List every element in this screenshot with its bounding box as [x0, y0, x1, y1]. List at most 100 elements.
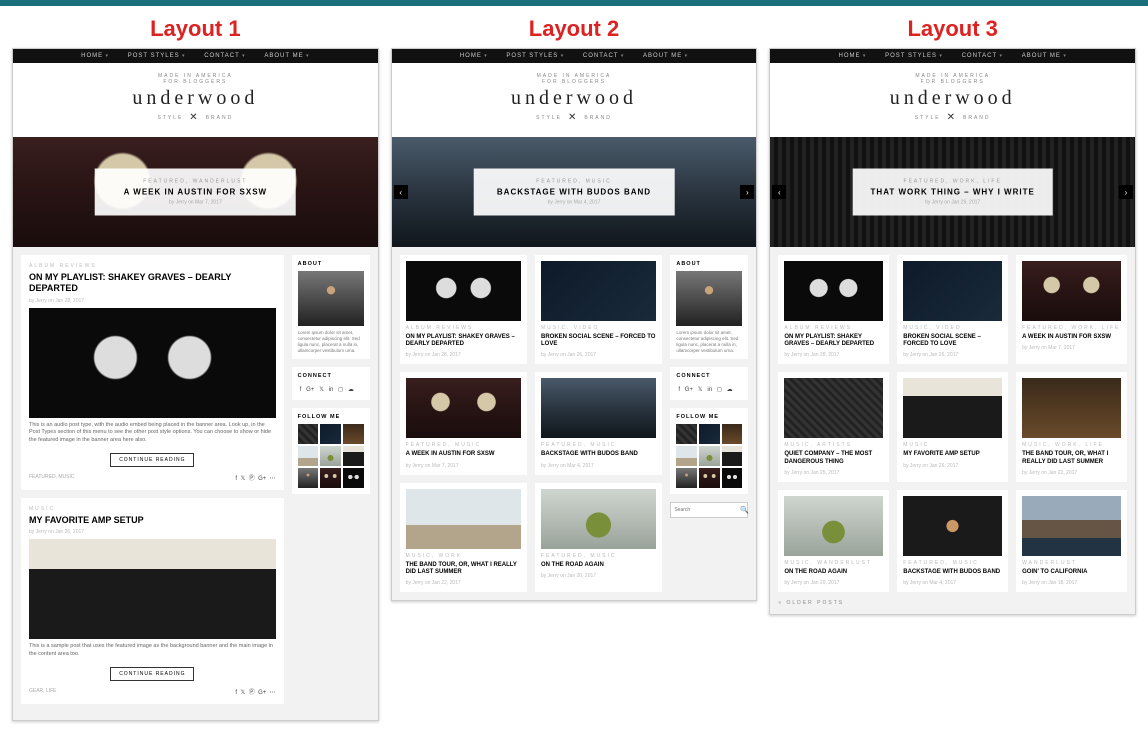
post-title[interactable]: MY FAVORITE AMP SETUP [29, 515, 276, 526]
post-image[interactable] [29, 539, 276, 639]
post-cat[interactable]: MUSIC, ARTISTS [784, 442, 883, 448]
facebook-icon[interactable]: f [235, 476, 237, 482]
slider-next-button[interactable]: › [740, 185, 754, 199]
ig-thumb[interactable] [298, 468, 319, 488]
post-cat[interactable]: WANDERLUST [1022, 560, 1121, 566]
post-cat[interactable]: MUSIC, WORK, LIFE [1022, 442, 1121, 448]
post-image[interactable] [1022, 261, 1121, 321]
post-cat[interactable]: ALBUM REVIEWS [406, 325, 521, 331]
post-title[interactable]: BACKSTAGE WITH BUDOS BAND [541, 451, 656, 458]
google-icon[interactable]: G+ [685, 387, 693, 393]
nav-contact[interactable]: CONTACT [962, 53, 1003, 59]
post-title[interactable]: MY FAVORITE AMP SETUP [903, 451, 1002, 458]
ig-thumb[interactable] [320, 446, 341, 466]
post-cat[interactable]: ALBUM REVIEWS [784, 325, 883, 331]
google-icon[interactable]: G+ [306, 387, 314, 393]
ig-thumb[interactable] [343, 446, 364, 466]
post-cat[interactable]: MUSIC, WANDERLUST [784, 560, 883, 566]
brand-name[interactable]: underwood [13, 87, 378, 110]
post-image[interactable] [784, 261, 883, 321]
ig-thumb[interactable] [722, 468, 743, 488]
post-image[interactable] [406, 378, 521, 438]
post-title[interactable]: BROKEN SOCIAL SCENE – FORCED TO LOVE [903, 334, 1002, 348]
nav-about[interactable]: ABOUT ME [264, 53, 309, 59]
post-cat[interactable]: ALBUM REVIEWS [29, 263, 276, 269]
post-cat[interactable]: MUSIC [903, 442, 1002, 448]
ig-thumb[interactable] [298, 446, 319, 466]
ig-thumb[interactable] [722, 424, 743, 444]
twitter-icon[interactable]: 𝕏 [240, 690, 245, 696]
post-title[interactable]: ON THE ROAD AGAIN [784, 569, 883, 576]
nav-post-styles[interactable]: POST STYLES [128, 53, 186, 59]
post-title[interactable]: A WEEK IN AUSTIN FOR SXSW [406, 451, 521, 458]
hero-title[interactable]: THAT WORK THING – WHY I WRITE [870, 188, 1035, 197]
nav-contact[interactable]: CONTACT [204, 53, 245, 59]
brand-name[interactable]: underwood [392, 87, 757, 110]
ig-thumb[interactable] [343, 468, 364, 488]
hero-title[interactable]: BACKSTAGE WITH BUDOS BAND [492, 188, 657, 197]
post-cat[interactable]: FEATURED, WORK, LIFE [1022, 325, 1121, 331]
ig-thumb[interactable] [343, 424, 364, 444]
post-cat[interactable]: MUSIC, VIDEO [903, 325, 1002, 331]
continue-button[interactable]: CONTINUE READING [110, 453, 194, 467]
hero-slider[interactable]: ‹ › FEATURED, MUSIC BACKSTAGE WITH BUDOS… [392, 137, 757, 247]
nav-post-styles[interactable]: POST STYLES [885, 53, 943, 59]
hero-slider[interactable]: FEATURED, WANDERLUST A WEEK IN AUSTIN FO… [13, 137, 378, 247]
nav-home[interactable]: HOME [460, 53, 488, 59]
twitter-icon[interactable]: 𝕏 [319, 387, 324, 393]
post-cat[interactable]: FEATURED, MUSIC [903, 560, 1002, 566]
slider-prev-button[interactable]: ‹ [394, 185, 408, 199]
ig-thumb[interactable] [676, 446, 697, 466]
continue-button[interactable]: CONTINUE READING [110, 667, 194, 681]
post-cat[interactable]: FEATURED, MUSIC [406, 442, 521, 448]
hero-caption[interactable]: FEATURED, WANDERLUST A WEEK IN AUSTIN FO… [95, 169, 296, 216]
post-title[interactable]: BROKEN SOCIAL SCENE – FORCED TO LOVE [541, 334, 656, 348]
ig-thumb[interactable] [298, 424, 319, 444]
facebook-icon[interactable]: f [235, 690, 237, 696]
soundcloud-icon[interactable]: ☁ [348, 387, 354, 393]
ig-thumb[interactable] [722, 446, 743, 466]
ig-thumb[interactable] [320, 424, 341, 444]
twitter-icon[interactable]: 𝕏 [698, 387, 703, 393]
hero-caption[interactable]: FEATURED, MUSIC BACKSTAGE WITH BUDOS BAN… [474, 169, 675, 216]
post-image[interactable] [1022, 378, 1121, 438]
post-tags[interactable]: GEAR, LIFE [29, 688, 57, 694]
post-title[interactable]: THE BAND TOUR, OR, WHAT I REALLY DID LAS… [406, 562, 521, 576]
post-cat[interactable]: MUSIC, VIDEO [541, 325, 656, 331]
google-icon[interactable]: G+ [258, 476, 266, 482]
nav-home[interactable]: HOME [81, 53, 109, 59]
post-title[interactable]: ON MY PLAYLIST: SHAKEY GRAVES – DEARLY D… [406, 334, 521, 348]
post-title[interactable]: A WEEK IN AUSTIN FOR SXSW [1022, 334, 1121, 341]
slider-prev-button[interactable]: ‹ [772, 185, 786, 199]
post-cat[interactable]: MUSIC, WORK [406, 553, 521, 559]
post-image[interactable] [541, 378, 656, 438]
facebook-icon[interactable]: f [300, 387, 302, 393]
nav-about[interactable]: ABOUT ME [643, 53, 688, 59]
ig-thumb[interactable] [320, 468, 341, 488]
google-icon[interactable]: G+ [258, 690, 266, 696]
ig-thumb[interactable] [699, 468, 720, 488]
hero-slider[interactable]: ‹ › FEATURED, WORK, LIFE THAT WORK THING… [770, 137, 1135, 247]
post-cat[interactable]: MUSIC [29, 506, 276, 512]
instagram-icon[interactable]: ◻ [717, 387, 722, 393]
post-image[interactable] [406, 489, 521, 549]
post-cat[interactable]: FEATURED, MUSIC [541, 442, 656, 448]
ig-thumb[interactable] [676, 468, 697, 488]
post-image[interactable] [406, 261, 521, 321]
ig-thumb[interactable] [699, 424, 720, 444]
more-icon[interactable]: ⋯ [270, 690, 276, 696]
post-title[interactable]: QUIET COMPANY – THE MOST DANGEROUS THING [784, 451, 883, 465]
post-image[interactable] [541, 489, 656, 549]
post-title[interactable]: THE BAND TOUR, OR, WHAT I REALLY DID LAS… [1022, 451, 1121, 465]
brand-name[interactable]: underwood [770, 87, 1135, 110]
linkedin-icon[interactable]: in [707, 387, 712, 393]
hero-caption[interactable]: FEATURED, WORK, LIFE THAT WORK THING – W… [852, 169, 1053, 216]
post-cat[interactable]: FEATURED, MUSIC [541, 553, 656, 559]
post-image[interactable] [29, 308, 276, 418]
nav-contact[interactable]: CONTACT [583, 53, 624, 59]
nav-home[interactable]: HOME [839, 53, 867, 59]
post-image[interactable] [903, 496, 1002, 556]
older-posts-link[interactable]: « OLDER POSTS [770, 600, 1135, 614]
post-image[interactable] [903, 378, 1002, 438]
ig-thumb[interactable] [699, 446, 720, 466]
